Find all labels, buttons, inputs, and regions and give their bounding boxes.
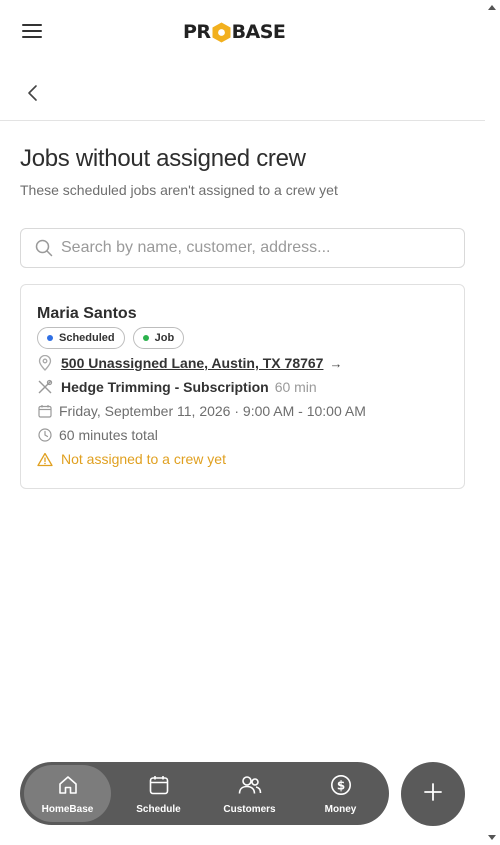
home-icon bbox=[57, 774, 79, 798]
svg-text:$: $ bbox=[336, 779, 344, 793]
service-row: Hedge Trimming - Subscription 60 min bbox=[37, 379, 317, 395]
arrow-right-icon[interactable]: → bbox=[329, 356, 342, 371]
scroll-up-icon[interactable] bbox=[488, 5, 496, 10]
app-viewport: PR BASE Jobs without assigned crew These… bbox=[0, 0, 485, 845]
nav-schedule[interactable]: Schedule bbox=[115, 765, 202, 822]
address-row: 500 Unassigned Lane, Austin, TX 78767 → bbox=[37, 355, 342, 371]
probase-logo[interactable]: PR BASE bbox=[183, 21, 286, 43]
navigation-bar bbox=[0, 64, 485, 121]
type-dot-icon bbox=[142, 335, 149, 341]
crew-warning-text: Not assigned to a crew yet bbox=[61, 451, 226, 467]
status-badge: Scheduled bbox=[37, 327, 125, 349]
customer-name[interactable]: Maria Santos bbox=[37, 305, 137, 323]
warning-row: Not assigned to a crew yet bbox=[37, 451, 226, 467]
type-badge-label: Job bbox=[154, 332, 175, 344]
warning-triangle-icon bbox=[37, 451, 53, 467]
date-row: Friday, September 11, 2026 · 9:00 AM - 1… bbox=[37, 403, 366, 419]
bottom-navigation: HomeBase Schedule Customers $ Money bbox=[20, 762, 389, 825]
nav-homebase-label: HomeBase bbox=[41, 804, 94, 815]
nav-customers[interactable]: Customers bbox=[206, 765, 293, 822]
hamburger-menu-icon[interactable] bbox=[22, 24, 42, 40]
nav-money-label: Money bbox=[324, 804, 357, 815]
calendar-icon bbox=[148, 774, 170, 798]
nav-customers-label: Customers bbox=[223, 804, 276, 815]
add-button[interactable] bbox=[401, 762, 465, 826]
job-card[interactable]: Maria Santos Scheduled Job 500 Unassigne… bbox=[20, 284, 465, 489]
page-title: Jobs without assigned crew bbox=[20, 145, 306, 172]
calendar-icon bbox=[37, 403, 53, 419]
map-pin-icon bbox=[37, 355, 53, 371]
users-icon bbox=[238, 774, 262, 798]
plus-icon bbox=[423, 782, 443, 807]
status-badge-label: Scheduled bbox=[59, 332, 115, 344]
type-badge: Job bbox=[132, 327, 185, 349]
search-icon bbox=[35, 239, 53, 262]
dollar-icon: $ bbox=[330, 774, 352, 798]
search-box bbox=[20, 228, 465, 268]
vertical-scrollbar[interactable] bbox=[485, 0, 500, 845]
service-duration: 60 min bbox=[274, 379, 317, 395]
scroll-down-icon[interactable] bbox=[488, 835, 496, 840]
logo-text-right: BASE bbox=[231, 21, 286, 43]
logo-hexagon-icon bbox=[212, 22, 231, 43]
duration-row: 60 minutes total bbox=[37, 427, 158, 443]
job-date-time: Friday, September 11, 2026 · 9:00 AM - 1… bbox=[59, 403, 366, 419]
service-name: Hedge Trimming - Subscription bbox=[61, 379, 269, 395]
clock-icon bbox=[37, 427, 53, 443]
back-arrow-icon[interactable] bbox=[22, 82, 44, 104]
search-input[interactable] bbox=[61, 229, 456, 267]
page-subtitle: These scheduled jobs aren't assigned to … bbox=[20, 182, 338, 198]
total-duration: 60 minutes total bbox=[59, 427, 158, 443]
address-link[interactable]: 500 Unassigned Lane, Austin, TX 78767 bbox=[61, 355, 323, 371]
nav-homebase[interactable]: HomeBase bbox=[24, 765, 111, 822]
tools-icon bbox=[37, 379, 53, 395]
status-dot-icon bbox=[47, 335, 53, 341]
top-bar: PR BASE bbox=[0, 0, 485, 64]
job-badges: Scheduled Job bbox=[37, 327, 185, 349]
nav-money[interactable]: $ Money bbox=[297, 765, 384, 822]
nav-schedule-label: Schedule bbox=[136, 804, 181, 815]
logo-text-left: PR bbox=[183, 21, 211, 43]
